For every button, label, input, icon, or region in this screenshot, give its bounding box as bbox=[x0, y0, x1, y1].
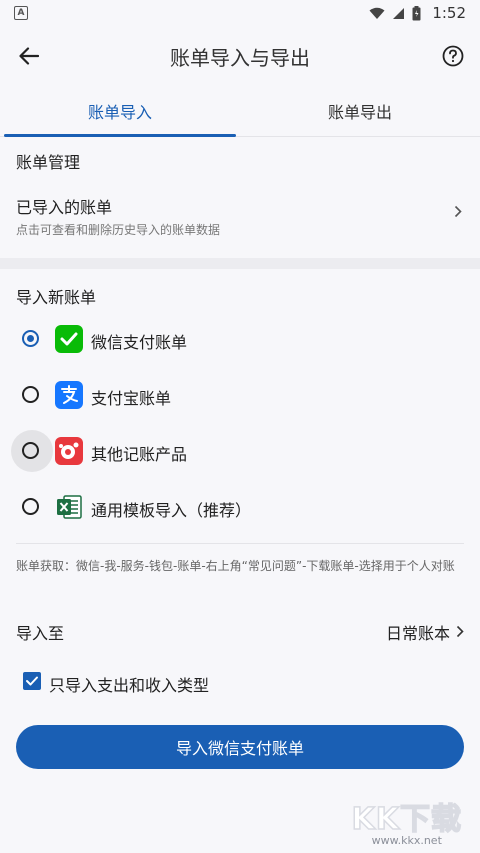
option-wechat-pay[interactable]: 微信支付账单 bbox=[0, 318, 480, 364]
wifi-icon bbox=[369, 7, 385, 19]
option-other-bookkeeping[interactable]: 其他记账产品 bbox=[0, 430, 480, 476]
option-label: 支付宝账单 bbox=[91, 389, 172, 408]
checkbox-label: 只导入支出和收入类型 bbox=[49, 676, 210, 695]
watermark-logo: KK下载 bbox=[351, 801, 462, 838]
chevron-right-icon bbox=[456, 625, 464, 638]
arrow-left-icon bbox=[19, 47, 39, 65]
battery-icon bbox=[412, 5, 421, 20]
import-button[interactable]: 导入微信支付账单 bbox=[16, 725, 464, 769]
alipay-icon bbox=[55, 381, 83, 409]
radio-wechat-pay[interactable] bbox=[22, 330, 39, 347]
status-bar-right: 1:52 bbox=[369, 4, 466, 22]
back-button[interactable] bbox=[14, 41, 44, 71]
import-target-value: 日常账本 bbox=[385, 624, 450, 643]
bill-source-note: 账单获取：微信-我-服务-钱包-账单-右上角“常见问题”-下载账单-选择用于个人… bbox=[16, 559, 455, 573]
option-alipay[interactable]: 支付宝账单 bbox=[0, 374, 480, 420]
watermark: KK下载 www.kkx.net bbox=[351, 794, 463, 847]
option-label: 微信支付账单 bbox=[91, 333, 188, 352]
excel-icon bbox=[55, 493, 83, 521]
tab-import[interactable]: 账单导入 bbox=[0, 86, 240, 137]
status-bar: A 1:52 bbox=[0, 0, 480, 26]
app-notification-icon: A bbox=[14, 6, 28, 20]
import-target-row[interactable]: 导入至 日常账本 bbox=[0, 612, 480, 648]
status-time: 1:52 bbox=[432, 4, 466, 22]
section-title-manage: 账单管理 bbox=[16, 153, 81, 172]
radio-alipay[interactable] bbox=[22, 386, 39, 403]
imported-bills-desc: 点击可查看和删除历史导入的账单数据 bbox=[16, 223, 221, 237]
tab-export[interactable]: 账单导出 bbox=[240, 86, 480, 136]
page-title: 账单导入与导出 bbox=[170, 45, 310, 70]
divider bbox=[16, 543, 464, 544]
option-template[interactable]: 通用模板导入（推荐） bbox=[0, 486, 480, 532]
status-bar-left: A bbox=[14, 6, 28, 20]
wechat-pay-icon bbox=[55, 325, 83, 353]
import-target-label: 导入至 bbox=[16, 624, 65, 643]
option-label: 其他记账产品 bbox=[91, 445, 188, 464]
other-bookkeeping-icon bbox=[55, 437, 83, 465]
tab-bar: 账单导入 账单导出 bbox=[0, 86, 480, 137]
chevron-right-icon bbox=[454, 205, 462, 218]
radio-other-bookkeeping[interactable] bbox=[22, 442, 39, 459]
app-bar: 账单导入与导出 bbox=[0, 26, 480, 86]
radio-template[interactable] bbox=[22, 498, 39, 515]
help-icon bbox=[442, 45, 464, 67]
section-title-import-new: 导入新账单 bbox=[16, 288, 97, 307]
help-button[interactable] bbox=[438, 41, 468, 71]
section-divider bbox=[0, 258, 480, 269]
imported-bills-row[interactable]: 已导入的账单 点击可查看和删除历史导入的账单数据 bbox=[0, 185, 480, 247]
only-expense-income-checkbox[interactable]: 只导入支出和收入类型 bbox=[0, 667, 300, 697]
checkbox-checked-icon[interactable] bbox=[23, 672, 41, 690]
option-label: 通用模板导入（推荐） bbox=[91, 501, 252, 520]
imported-bills-title: 已导入的账单 bbox=[16, 198, 113, 217]
signal-icon bbox=[393, 7, 405, 19]
